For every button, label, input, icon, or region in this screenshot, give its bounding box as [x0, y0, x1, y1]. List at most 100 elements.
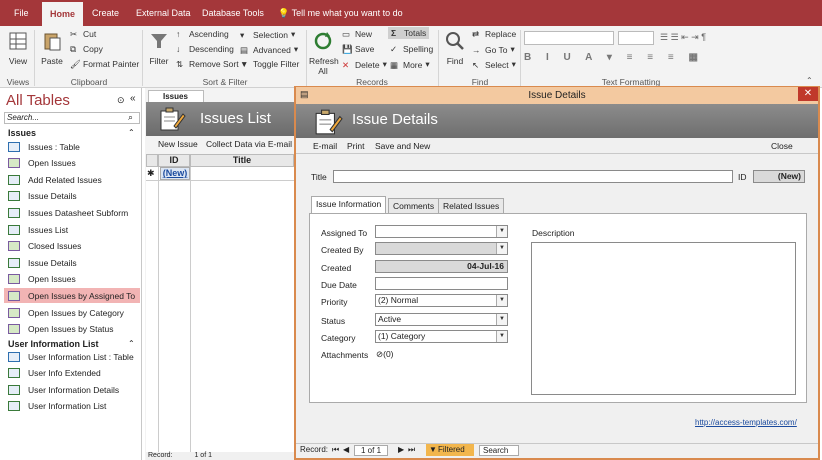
- totals-button[interactable]: Σ Totals: [388, 27, 430, 39]
- go-to-button[interactable]: → Go To ▾: [472, 44, 515, 55]
- new-record-button[interactable]: ▭ New: [342, 29, 372, 39]
- print-link[interactable]: Print: [347, 141, 364, 151]
- created-by-select[interactable]: ▼: [375, 242, 508, 255]
- access-templates-link[interactable]: http://access-templates.com/: [695, 418, 797, 427]
- nav-item-label: Issue Details: [28, 191, 77, 202]
- assigned-to-select[interactable]: ▼: [375, 225, 508, 238]
- document-tab-issues-list[interactable]: Issues List: [148, 90, 204, 112]
- collapse-ribbon-icon[interactable]: ⌃: [806, 76, 813, 85]
- nav-item-add-related-issues[interactable]: Add Related Issues: [8, 172, 140, 187]
- due-date-input[interactable]: [375, 277, 508, 290]
- nav-item-issues-table[interactable]: Issues : Table: [8, 139, 140, 154]
- collapse-group-icon[interactable]: ⌃: [128, 128, 135, 137]
- nav-item-user-information-list-table[interactable]: User Information List : Table: [8, 349, 140, 364]
- remove-sort-button[interactable]: ⇅ Remove Sort: [176, 59, 239, 69]
- nav-item-open-issues[interactable]: Open Issues: [8, 156, 140, 171]
- nav-search-input[interactable]: Search...: [4, 112, 140, 124]
- new-issue-link[interactable]: New Issue: [158, 139, 198, 149]
- tab-external-data[interactable]: External Data: [128, 0, 199, 26]
- tab-related-issues[interactable]: Related Issues: [438, 198, 505, 214]
- cut-button[interactable]: ✂ Cut: [70, 29, 96, 39]
- new-record-cell[interactable]: (New): [160, 167, 190, 180]
- first-record-icon[interactable]: ⏮: [332, 445, 339, 455]
- collapse-group-icon[interactable]: ⌃: [128, 339, 135, 348]
- chevron-down-icon[interactable]: ▼: [496, 331, 507, 342]
- nav-item-user-information-list[interactable]: User Information List: [8, 399, 140, 414]
- font-name-select[interactable]: [524, 31, 614, 45]
- save-record-button[interactable]: 💾 Save: [342, 44, 374, 54]
- filtered-toggle[interactable]: ▼ Filtered: [426, 444, 474, 456]
- next-record-icon[interactable]: ▶: [398, 445, 404, 454]
- nav-item-issues-datasheet-subform[interactable]: Issues Datasheet Subform: [8, 205, 140, 220]
- format-painter-button[interactable]: 🖌 Format Painter: [70, 59, 139, 69]
- paste-button[interactable]: Paste: [38, 30, 66, 66]
- category-select[interactable]: (1) Category ▼: [375, 330, 508, 343]
- nav-item-open-issues-by-category[interactable]: Open Issues by Category: [8, 305, 140, 320]
- query-object-icon: [8, 241, 20, 252]
- email-link[interactable]: E-mail: [313, 141, 337, 151]
- nav-item-issues-list[interactable]: Issues List: [8, 222, 140, 237]
- tab-create[interactable]: Create: [84, 0, 127, 26]
- issues-datasheet[interactable]: [146, 167, 294, 452]
- chevron-down-icon[interactable]: ▼: [496, 295, 507, 306]
- filter-button[interactable]: Filter: [146, 30, 172, 66]
- descending-button[interactable]: ↓ Descending: [176, 44, 234, 54]
- column-header-id[interactable]: ID: [158, 154, 190, 167]
- previous-record-icon[interactable]: ◀: [343, 445, 349, 454]
- nav-item-label: Issues : Table: [28, 141, 80, 152]
- nav-item-issue-details[interactable]: Issue Details: [8, 255, 140, 270]
- status-select[interactable]: Active ▼: [375, 313, 508, 326]
- chevron-down-icon[interactable]: ▼: [496, 314, 507, 325]
- tell-me-box[interactable]: 💡 Tell me what you want to do: [270, 0, 411, 26]
- close-link[interactable]: Close: [771, 141, 793, 151]
- tab-home[interactable]: Home: [42, 2, 84, 26]
- ascending-button[interactable]: ↑ Ascending: [176, 29, 229, 39]
- arrow-right-icon: →: [472, 44, 481, 55]
- replace-button[interactable]: ⇄ Replace: [472, 29, 516, 39]
- nav-item-open-issues-by-status[interactable]: Open Issues by Status: [8, 322, 140, 337]
- nav-group-issues[interactable]: Issues: [8, 128, 36, 138]
- title-input[interactable]: [333, 170, 733, 183]
- nav-item-issue-details[interactable]: Issue Details: [8, 189, 140, 204]
- more-button[interactable]: ▦ More ▾: [390, 59, 430, 70]
- collapse-nav-icon[interactable]: «: [130, 93, 136, 104]
- collect-data-email-link[interactable]: Collect Data via E-mail: [206, 139, 292, 149]
- chevron-down-icon[interactable]: ▼: [496, 243, 507, 254]
- nav-item-open-issues-by-assigned-to[interactable]: Open Issues by Assigned To: [4, 288, 140, 304]
- nav-item-open-issues[interactable]: Open Issues: [8, 272, 140, 287]
- selection-button[interactable]: ▾ Selection ▾: [240, 29, 295, 40]
- advanced-button[interactable]: ▤ Advanced ▾: [240, 44, 298, 55]
- column-header-title[interactable]: Title: [190, 154, 294, 167]
- toggle-filter-button[interactable]: ▼ Toggle Filter: [240, 59, 299, 69]
- select-button[interactable]: ↖ Select ▾: [472, 59, 516, 70]
- font-size-select[interactable]: [618, 31, 654, 45]
- view-button[interactable]: View: [4, 30, 32, 66]
- record-position-input[interactable]: 1 of 1: [354, 445, 389, 456]
- text-style-buttons[interactable]: B I U A ▾ ≡ ≡ ≡ ▦: [524, 52, 734, 66]
- spelling-button[interactable]: ✓ Spelling: [390, 44, 433, 54]
- description-input[interactable]: [531, 242, 796, 395]
- last-record-icon[interactable]: ⏭: [408, 445, 415, 455]
- list-format-buttons[interactable]: ☰ ☰ ⇤ ⇥ ¶: [660, 32, 730, 44]
- refresh-all-button[interactable]: Refresh All: [309, 30, 339, 76]
- tab-file[interactable]: File: [6, 0, 37, 26]
- find-button[interactable]: Find: [442, 30, 468, 66]
- close-icon[interactable]: ✕: [798, 87, 818, 101]
- copy-button[interactable]: ⧉ Copy: [70, 44, 103, 54]
- tab-issue-information[interactable]: Issue Information: [311, 196, 387, 214]
- nav-item-closed-issues[interactable]: Closed Issues: [8, 239, 140, 254]
- delete-record-button[interactable]: ✕ Delete ▾: [342, 59, 387, 70]
- tab-comments[interactable]: Comments: [388, 198, 440, 214]
- chevron-down-icon[interactable]: ▼: [496, 226, 507, 237]
- tab-database-tools[interactable]: Database Tools: [194, 0, 272, 26]
- record-search-input[interactable]: Search: [479, 445, 519, 456]
- priority-select[interactable]: (2) Normal ▼: [375, 294, 508, 307]
- attachments-field[interactable]: ⊘(0): [376, 349, 394, 360]
- nav-pane-title[interactable]: All Tables: [6, 92, 70, 109]
- nav-item-user-info-extended[interactable]: User Info Extended: [8, 366, 140, 381]
- issues-list-record-navigator[interactable]: Record: 1 of 1: [146, 452, 294, 460]
- save-and-new-link[interactable]: Save and New: [375, 141, 430, 151]
- nav-menu-chevron-icon[interactable]: ⊙: [117, 95, 125, 106]
- nav-item-user-information-details[interactable]: User Information Details: [8, 382, 140, 397]
- nav-group-user-information-list[interactable]: User Information List: [8, 339, 99, 349]
